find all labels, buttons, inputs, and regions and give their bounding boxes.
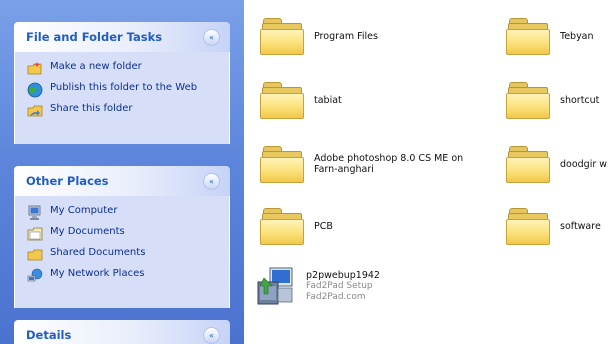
- installer-labels: p2pwebup1942 Fad2Pad Setup Fad2Pad.com: [306, 270, 380, 303]
- collapse-chevron-icon[interactable]: «: [203, 326, 220, 344]
- globe-icon: [27, 82, 43, 98]
- publish-folder-link[interactable]: Publish this folder to the Web: [27, 82, 219, 98]
- folder-icon: [506, 82, 550, 119]
- item-label: tabiat: [314, 94, 342, 106]
- item-label: Tebyan: [560, 30, 594, 42]
- folder-icon: [506, 146, 550, 183]
- item-label: shortcut: [560, 94, 600, 106]
- item-label: PCB: [314, 220, 333, 232]
- computer-icon: [27, 205, 43, 221]
- task-label[interactable]: My Network Places: [50, 268, 144, 280]
- item-description: Fad2Pad Setup: [306, 280, 373, 291]
- share-folder-link[interactable]: Share this folder: [27, 103, 219, 119]
- shared-documents-icon: [27, 247, 43, 263]
- folder-item-adobe-photoshop[interactable]: Adobe photoshop 8.0 CS ME on Farn-anghar…: [260, 146, 484, 183]
- file-and-folder-tasks-header[interactable]: File and Folder Tasks «: [14, 22, 230, 52]
- folder-icon: [260, 18, 304, 55]
- task-label[interactable]: Shared Documents: [50, 247, 145, 259]
- my-documents-link[interactable]: My Documents: [27, 226, 219, 242]
- installer-icon: [254, 264, 298, 308]
- new-folder-icon: [27, 61, 43, 77]
- network-icon: [27, 268, 43, 284]
- make-new-folder-link[interactable]: Make a new folder: [27, 61, 219, 77]
- panel-title: Other Places: [26, 174, 109, 188]
- other-places-panel: Other Places « My Computer My Documents: [14, 166, 230, 308]
- file-item-installer[interactable]: p2pwebup1942 Fad2Pad Setup Fad2Pad.com: [254, 264, 380, 308]
- share-folder-icon: [27, 103, 43, 119]
- item-label: p2pwebup1942: [306, 269, 380, 281]
- item-label: software: [560, 220, 601, 232]
- panel-title: Details: [26, 328, 72, 342]
- task-label[interactable]: My Documents: [50, 226, 125, 238]
- folder-item-program-files[interactable]: Program Files: [260, 18, 378, 55]
- folder-item-software[interactable]: software: [506, 208, 601, 245]
- folder-item-tebyan[interactable]: Tebyan: [506, 18, 594, 55]
- folder-icon: [260, 208, 304, 245]
- collapse-chevron-icon[interactable]: «: [203, 28, 220, 46]
- item-label: Adobe photoshop 8.0 CS ME on Farn-anghar…: [314, 153, 464, 175]
- item-label: Program Files: [314, 30, 378, 42]
- folder-icon: [506, 18, 550, 55]
- details-header[interactable]: Details «: [14, 320, 230, 344]
- shared-documents-link[interactable]: Shared Documents: [27, 247, 219, 263]
- panel-title: File and Folder Tasks: [26, 30, 163, 44]
- details-panel: Details «: [14, 320, 230, 344]
- file-list-view: Program Files Tebyan tabiat shortcut Ado…: [244, 0, 611, 344]
- documents-icon: [27, 226, 43, 242]
- folder-item-tabiat[interactable]: tabiat: [260, 82, 342, 119]
- my-computer-link[interactable]: My Computer: [27, 205, 219, 221]
- file-and-folder-tasks-panel: File and Folder Tasks « Make a new folde…: [14, 22, 230, 144]
- folder-item-shortcut[interactable]: shortcut: [506, 82, 600, 119]
- panel-body: My Computer My Documents Shared Document…: [14, 196, 230, 308]
- folder-icon: [506, 208, 550, 245]
- task-label[interactable]: My Computer: [50, 205, 117, 217]
- other-places-header[interactable]: Other Places «: [14, 166, 230, 196]
- folder-icon: [260, 146, 304, 183]
- task-label[interactable]: Make a new folder: [50, 61, 142, 73]
- folder-icon: [260, 82, 304, 119]
- panel-body: Make a new folder Publish this folder to…: [14, 52, 230, 144]
- folder-item-pcb[interactable]: PCB: [260, 208, 333, 245]
- task-label[interactable]: Publish this folder to the Web: [50, 82, 197, 94]
- my-network-places-link[interactable]: My Network Places: [27, 268, 219, 284]
- item-company: Fad2Pad.com: [306, 291, 366, 302]
- task-label[interactable]: Share this folder: [50, 103, 133, 115]
- task-pane: File and Folder Tasks « Make a new folde…: [0, 0, 244, 344]
- folder-item-doodgir[interactable]: doodgir w: [506, 146, 608, 183]
- item-label: doodgir w: [560, 158, 608, 170]
- collapse-chevron-icon[interactable]: «: [203, 172, 220, 190]
